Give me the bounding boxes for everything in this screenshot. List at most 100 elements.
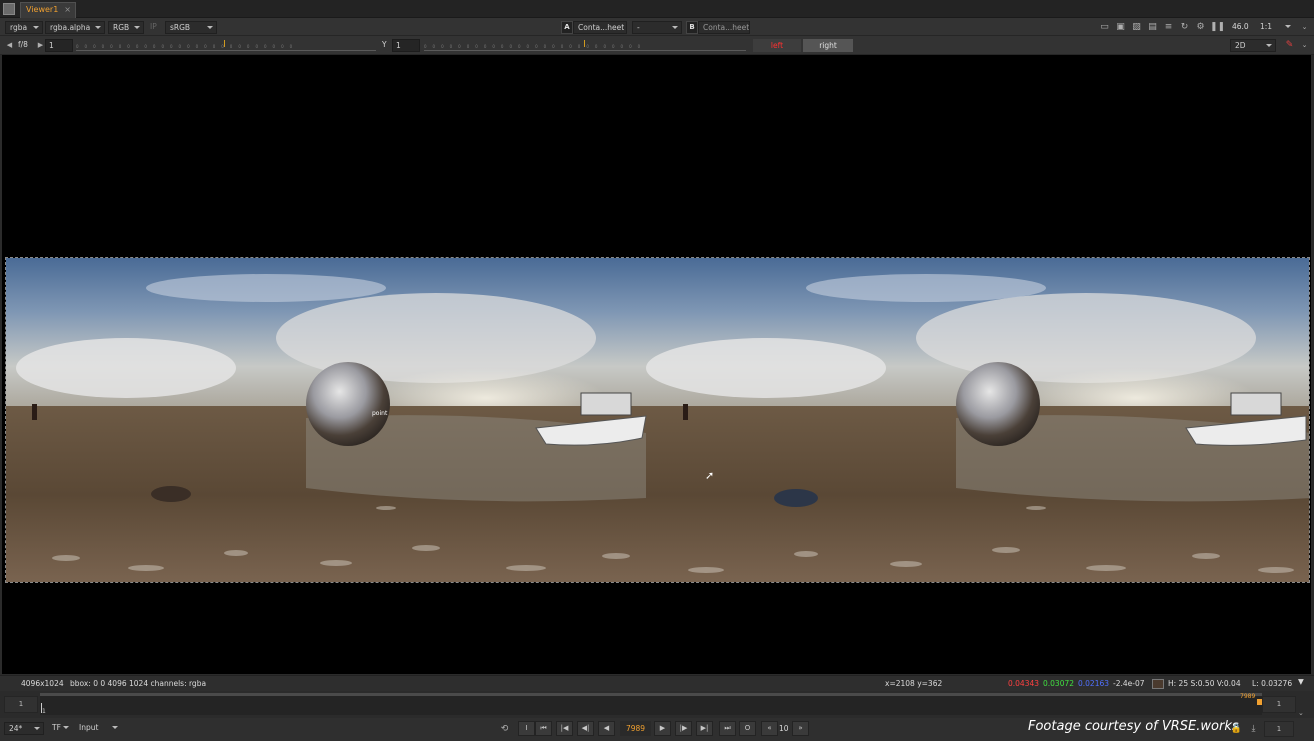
timecode-format-dropdown[interactable]: TF [48, 722, 72, 735]
compare-mode-value: - [637, 23, 640, 32]
fit-icon[interactable]: ▣ [1114, 21, 1127, 33]
b-input-dropdown[interactable]: Conta...heet [698, 21, 750, 34]
start-tick-label: 1 [42, 708, 46, 715]
chevron-down-icon [63, 726, 69, 729]
color-swatch [1152, 679, 1164, 689]
out-point-button[interactable]: O [739, 721, 756, 736]
toolbar-expand-icon[interactable]: ⌄ [1298, 39, 1311, 51]
mouse-cursor-icon: ➚ [705, 469, 715, 482]
lut-dropdown[interactable]: sRGB [165, 21, 217, 34]
info-expand-icon[interactable]: ▼ [1298, 677, 1304, 686]
sync-icon[interactable]: ⚙ [1194, 21, 1207, 33]
viewer-toolbar-bottom: ◀ f/8 ▶ 1 00000000000000000000000000 Y 1… [0, 36, 1314, 55]
alpha-value: -2.4e-07 [1113, 679, 1145, 688]
chevron-down-icon [134, 26, 140, 29]
a-input-value: Conta...heet [578, 23, 625, 32]
step-increment-value[interactable]: 10 [779, 723, 789, 735]
tab-viewer1-label: Viewer1 [26, 5, 59, 14]
cursor-coords-readout: x=2108 y=362 [885, 679, 943, 688]
channels-value: rgba [10, 23, 28, 32]
gamma-slider[interactable]: 00000000000000000000000000 [424, 40, 746, 51]
fstop-decrement-icon[interactable]: ◀ [3, 39, 16, 51]
luminance-readout: L: 0.03276 [1252, 679, 1293, 688]
display-style-value: RGB [113, 23, 130, 32]
paint-brush-icon[interactable]: ✎ [1283, 39, 1296, 51]
fstop-label[interactable]: f/8 [18, 39, 28, 51]
step-back-button[interactable]: « [761, 721, 778, 736]
b-input-value: Conta...heet [703, 23, 750, 32]
view-right-button[interactable]: right [803, 39, 853, 52]
prev-frame-button[interactable]: ◀| [577, 721, 594, 736]
play-backward-button[interactable]: ◀ [598, 721, 615, 736]
loop-mode-icon[interactable]: ⟲ [498, 723, 511, 735]
gain-slider-handle[interactable] [224, 40, 225, 47]
fps-dropdown[interactable]: 24* [4, 722, 44, 735]
overlay-icon[interactable]: ▤ [1146, 21, 1159, 33]
out-frame-field[interactable]: 1 [1262, 696, 1296, 713]
chevron-down-icon [672, 26, 678, 29]
lut-value: sRGB [170, 23, 191, 32]
pause-icon[interactable]: ❚❚ [1210, 21, 1225, 33]
gain-readout: 46.0 [1232, 22, 1249, 31]
a-input-dropdown[interactable]: Conta...heet [573, 21, 627, 34]
alpha-channel-dropdown[interactable]: rgba.alpha [45, 21, 105, 34]
end-frame-field[interactable]: 1 [1264, 721, 1294, 737]
timeline-expand-icon[interactable]: ⌄ [1298, 709, 1304, 717]
alpha-channel-value: rgba.alpha [50, 23, 91, 32]
panorama-image: point [5, 257, 1310, 583]
a-input-label: A [561, 21, 573, 34]
b-input-label: B [686, 21, 698, 34]
refresh-icon[interactable]: ↻ [1178, 21, 1191, 33]
gamma-field[interactable]: 1 [392, 39, 420, 52]
tab-viewer1[interactable]: Viewer1 × [20, 2, 76, 18]
fps-value: 24* [9, 724, 23, 733]
gain-field[interactable]: 1 [45, 39, 73, 52]
viewer-canvas[interactable]: point ➚ [2, 55, 1311, 674]
view-left-button[interactable]: left [753, 39, 801, 52]
current-frame-field[interactable]: 7989 [620, 721, 651, 736]
in-frame-field[interactable]: 1 [4, 696, 38, 713]
view-mode-value: 2D [1235, 41, 1246, 50]
frame-source-dropdown[interactable]: Input [75, 722, 121, 735]
tab-close-icon[interactable]: × [64, 3, 71, 17]
compare-mode-dropdown[interactable]: - [632, 21, 682, 34]
step-forward-button[interactable]: » [792, 721, 809, 736]
gamma-label: Y [382, 40, 387, 49]
lock-icon[interactable]: 🔒 [1230, 723, 1243, 735]
view-mode-dropdown[interactable]: 2D [1230, 39, 1276, 52]
in-point-button[interactable]: I [518, 721, 535, 736]
first-frame-button[interactable]: ⏮ [535, 721, 552, 736]
gain-slider[interactable]: 00000000000000000000000000 [76, 40, 376, 51]
display-style-dropdown[interactable]: RGB [108, 21, 144, 34]
timeline-track[interactable] [40, 693, 1262, 715]
channels-dropdown[interactable]: rgba [5, 21, 43, 34]
chevron-down-icon [33, 26, 39, 29]
playhead-label: 7989 [1240, 693, 1256, 700]
next-keyframe-button[interactable]: ▶| [696, 721, 713, 736]
export-icon[interactable]: ⤓ [1247, 723, 1260, 735]
last-frame-button[interactable]: ⏭ [719, 721, 736, 736]
chevron-down-icon [112, 726, 118, 729]
roi-icon[interactable]: ▭ [1098, 21, 1111, 33]
pane-menu-icon[interactable] [3, 3, 15, 15]
prev-keyframe-button[interactable]: |◀ [556, 721, 573, 736]
chevron-down-icon [95, 26, 101, 29]
toolbar-expand-icon[interactable]: ⌄ [1298, 21, 1311, 33]
format-readout: 4096x1024 [21, 679, 64, 688]
lines-icon[interactable]: ≡ [1162, 21, 1175, 33]
tab-bar: Viewer1 × [0, 0, 1314, 18]
clip-warning-icon[interactable]: ▨ [1130, 21, 1143, 33]
green-value: 0.03072 [1043, 679, 1075, 688]
chevron-down-icon [34, 727, 40, 730]
ip-toggle[interactable]: IP [150, 21, 157, 33]
gamma-slider-handle[interactable] [584, 40, 585, 47]
next-frame-button[interactable]: |▶ [675, 721, 692, 736]
bbox-readout: bbox: 0 0 4096 1024 channels: rgba [70, 679, 207, 688]
blue-value: 0.02163 [1078, 679, 1110, 688]
play-forward-button[interactable]: ▶ [654, 721, 671, 736]
zoom-dropdown[interactable]: 1:1 [1256, 21, 1294, 34]
viewer-toolbar-top: rgba rgba.alpha RGB IP sRGB A Conta...he… [0, 18, 1314, 36]
chevron-down-icon [1285, 25, 1291, 28]
viewer-info-bar: 4096x1024 bbox: 0 0 4096 1024 channels: … [0, 675, 1314, 691]
footage-credit: Footage courtesy of VRSE.works [1028, 719, 1239, 734]
